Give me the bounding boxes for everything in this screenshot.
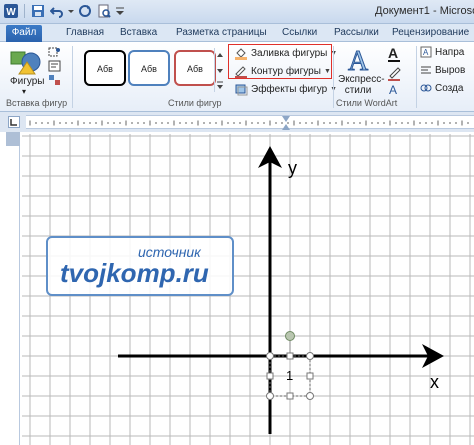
resize-handle[interactable]	[266, 392, 274, 400]
edit-shape-icon[interactable]	[48, 46, 62, 58]
create-link-label: Созда	[435, 82, 464, 94]
rotate-handle[interactable]	[285, 331, 295, 341]
group-label-wordart: Стили WordArt	[336, 98, 398, 108]
undo-icon[interactable]	[49, 3, 65, 19]
resize-handle[interactable]	[286, 352, 294, 360]
svg-text:W: W	[6, 7, 16, 18]
text-format-icons: A A	[388, 45, 401, 96]
undo-dropdown-icon[interactable]	[68, 3, 74, 19]
group-label-insert-shapes: Вставка фигур	[6, 98, 68, 108]
horizontal-ruler[interactable]	[26, 115, 474, 130]
highlight-box	[228, 44, 332, 79]
align-text-icon	[421, 66, 431, 74]
shapes-label: Фигуры	[10, 76, 45, 87]
text-direction-button[interactable]: A Напра	[420, 46, 464, 58]
shape-effects-button[interactable]: Эффекты фигур ▼	[234, 82, 337, 96]
resize-handle[interactable]	[306, 392, 314, 400]
tab-mailings[interactable]: Рассылки	[334, 26, 379, 42]
toolbar-divider	[24, 4, 25, 18]
ribbon-tabs: Файл Главная Вставка Разметка страницы С…	[0, 24, 474, 42]
quick-access-toolbar: W	[3, 3, 125, 19]
group-divider	[72, 46, 73, 108]
align-text-button[interactable]: Выров	[420, 64, 465, 76]
customize-icon[interactable]	[115, 3, 125, 19]
express-styles-line2: стили	[344, 85, 372, 96]
align-text-label: Выров	[435, 64, 466, 76]
text-fill-icon[interactable]: A	[388, 45, 398, 61]
indent-marker[interactable]	[282, 116, 290, 130]
link-icon	[420, 84, 432, 92]
tab-page-layout[interactable]: Разметка страницы	[176, 26, 267, 42]
resize-handle[interactable]	[266, 352, 274, 360]
shape-effects-label: Эффекты фигур	[251, 83, 328, 95]
effects-icon	[235, 84, 248, 96]
tab-references[interactable]: Ссылки	[282, 26, 317, 42]
watermark-line2: tvojkomp.ru	[60, 258, 209, 288]
text-direction-icon: A	[420, 46, 432, 58]
vertical-ruler[interactable]	[6, 132, 20, 445]
tab-insert[interactable]: Вставка	[120, 26, 157, 42]
resize-handle[interactable]	[306, 372, 314, 380]
resize-handle[interactable]	[286, 392, 294, 400]
group-divider	[333, 46, 334, 108]
shape-text: 1	[286, 368, 293, 383]
save-icon[interactable]	[30, 3, 46, 19]
wordart-a-icon[interactable]: A	[344, 44, 372, 75]
shape-style-red[interactable]: Абв	[174, 50, 216, 86]
tab-file[interactable]: Файл	[6, 25, 42, 42]
svg-text:A: A	[423, 48, 429, 57]
text-direction-label: Напра	[435, 46, 465, 58]
gallery-scroll[interactable]	[214, 48, 224, 92]
express-styles-button[interactable]: Экспресс- стили	[338, 74, 385, 96]
text-outline-icon[interactable]	[389, 67, 401, 79]
redo-icon[interactable]	[77, 3, 93, 19]
x-axis-label: x	[430, 372, 439, 392]
shape-grid-icon[interactable]	[48, 74, 62, 86]
chevron-down-icon: ▾	[22, 87, 27, 96]
group-label-shape-styles: Стили фигур	[168, 98, 222, 108]
group-divider	[416, 46, 417, 108]
svg-text:A: A	[348, 46, 369, 74]
document-title: Документ1 - Microso	[375, 5, 474, 17]
print-preview-icon[interactable]	[96, 3, 112, 19]
resize-handle[interactable]	[306, 352, 314, 360]
shapes-button[interactable]: Фигуры ▾	[6, 46, 46, 96]
text-effects-icon[interactable]: A	[389, 83, 397, 96]
shapes-icon	[10, 51, 41, 75]
tab-selector[interactable]	[8, 116, 20, 128]
resize-handle[interactable]	[266, 372, 274, 380]
word-app-icon[interactable]: W	[3, 3, 19, 19]
shape-style-black[interactable]: Абв	[84, 50, 126, 86]
y-axis-label: y	[288, 158, 297, 178]
express-styles-line1: Экспресс-	[338, 74, 385, 85]
text-box-icon[interactable]	[48, 60, 62, 72]
vertical-ruler-margin	[6, 132, 20, 146]
tab-review[interactable]: Рецензирование	[392, 26, 469, 42]
watermark: источник tvojkomp.ru	[46, 236, 234, 296]
tab-home[interactable]: Главная	[66, 26, 104, 42]
title-bar: W Документ1 - Microso	[0, 0, 474, 24]
create-link-button[interactable]: Созда	[420, 82, 463, 94]
shape-style-blue[interactable]: Абв	[128, 50, 170, 86]
